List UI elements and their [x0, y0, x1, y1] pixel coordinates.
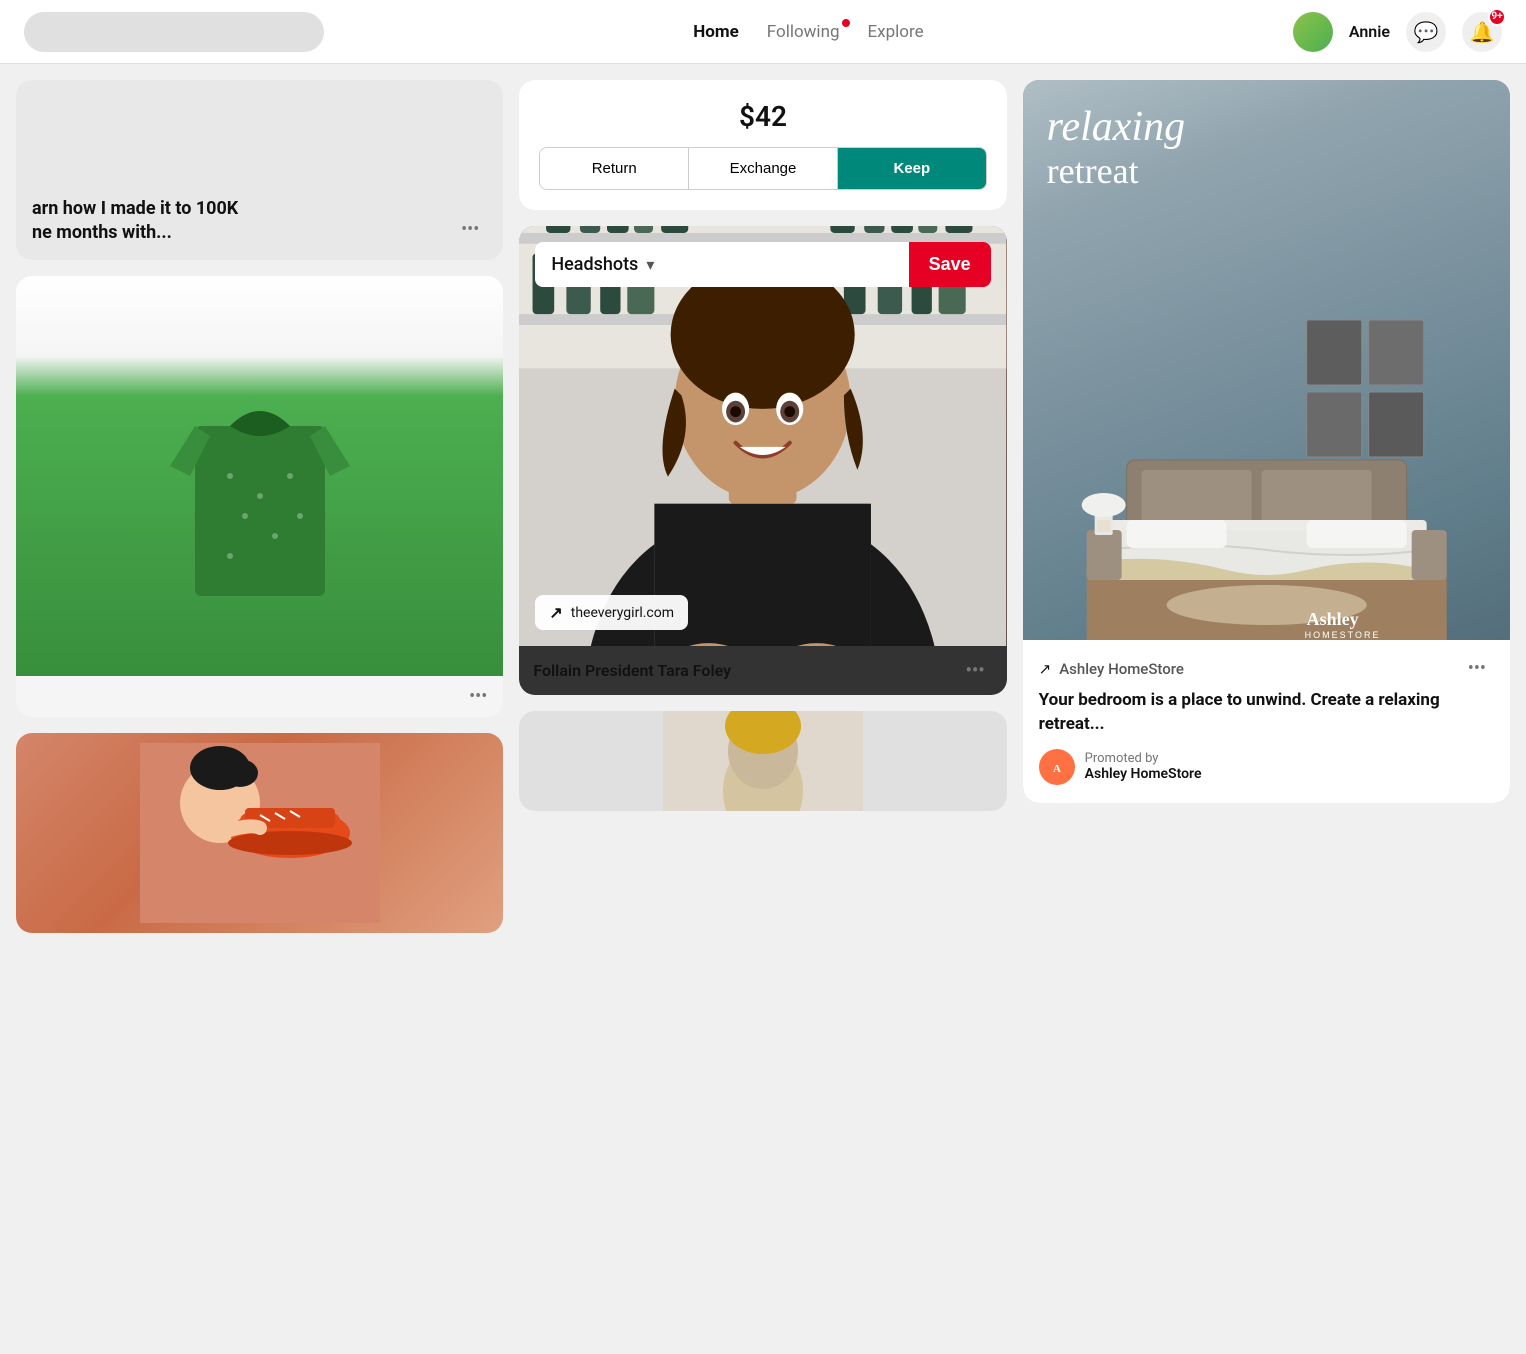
headshot-svg	[519, 226, 1006, 646]
retreat-image: relaxing retreat	[1023, 80, 1510, 640]
headshot-card-more[interactable]: •••	[958, 656, 993, 685]
partial-image-col2	[663, 711, 863, 811]
nav-right: Annie 💬 🔔 9+	[1293, 12, 1502, 52]
shirt-svg	[170, 346, 350, 606]
bottom-partial-col2[interactable]	[519, 711, 1006, 811]
nav-following[interactable]: Following	[767, 22, 840, 42]
headshot-image: ↗ theeverygirl.com	[519, 226, 1006, 646]
svg-text:A: A	[1053, 763, 1061, 775]
nav-explore[interactable]: Explore	[868, 22, 924, 42]
save-button[interactable]: Save	[909, 242, 991, 287]
retreat-text: relaxing retreat	[1047, 104, 1185, 192]
username-label: Annie	[1349, 22, 1390, 41]
shoe-image	[16, 733, 503, 933]
column-3: relaxing retreat	[1023, 80, 1510, 803]
navbar: Home Following Explore Annie 💬 🔔 9+	[0, 0, 1526, 64]
learn-text: arn how I made it to 100K ne months with…	[32, 197, 453, 244]
exchange-button[interactable]: Exchange	[689, 148, 838, 189]
keep-button[interactable]: Keep	[838, 148, 986, 189]
search-bar[interactable]	[24, 12, 324, 52]
promoted-brand-icon: A	[1039, 749, 1075, 785]
source-tag: ↗ theeverygirl.com	[535, 595, 688, 630]
shoe-card[interactable]	[16, 733, 503, 933]
price-card: $42 Return Exchange Keep	[519, 80, 1006, 210]
bedroom-svg: Ashley HOMESTORE	[1023, 320, 1510, 640]
chat-icon: 💬	[1414, 20, 1439, 44]
promoted-row: A Promoted by Ashley HomeStore	[1039, 749, 1494, 795]
shirt-card-footer: •••	[16, 676, 503, 717]
shirt-card[interactable]: •••	[16, 276, 503, 717]
column-1: arn how I made it to 100K ne months with…	[16, 80, 503, 933]
retreat-description: Your bedroom is a place to unwind. Creat…	[1039, 689, 1494, 737]
learn-card-more[interactable]: •••	[453, 215, 487, 244]
main-content: arn how I made it to 100K ne months with…	[0, 64, 1526, 949]
svg-text:Ashley: Ashley	[1306, 609, 1358, 629]
ashley-brand-row: ↗ Ashley HomeStore •••	[1039, 654, 1494, 683]
ashley-icon-svg: A	[1046, 756, 1068, 778]
headshot-action-bar: Headshots ▾ Save	[535, 242, 990, 287]
learn-card[interactable]: arn how I made it to 100K ne months with…	[16, 80, 503, 260]
headshot-board-selector[interactable]: Headshots ▾	[535, 242, 908, 287]
shirt-card-more[interactable]: •••	[461, 682, 495, 711]
following-dot	[842, 19, 850, 27]
nav-links: Home Following Explore	[356, 22, 1261, 42]
external-link-icon: ↗	[1039, 660, 1052, 678]
nav-home[interactable]: Home	[693, 22, 739, 42]
avatar[interactable]	[1293, 12, 1333, 52]
return-button[interactable]: Return	[540, 148, 689, 189]
ashley-card-info: ↗ Ashley HomeStore ••• Your bedroom is a…	[1023, 640, 1510, 803]
svg-text:HOMESTORE: HOMESTORE	[1304, 630, 1380, 640]
avatar-image	[1293, 12, 1333, 52]
messages-button[interactable]: 💬	[1406, 12, 1446, 52]
promoted-text: Promoted by Ashley HomeStore	[1085, 751, 1202, 782]
chevron-down-icon: ▾	[646, 255, 654, 274]
masonry-grid: arn how I made it to 100K ne months with…	[16, 80, 1510, 933]
headshot-caption: Follain President Tara Foley •••	[519, 646, 1006, 695]
headshot-card[interactable]: Headshots ▾ Save	[519, 226, 1006, 695]
notification-badge: 9+	[1488, 8, 1506, 26]
retreat-card[interactable]: relaxing retreat	[1023, 80, 1510, 803]
retreat-card-more[interactable]: •••	[1460, 654, 1494, 683]
ashley-brand-link[interactable]: ↗ Ashley HomeStore	[1039, 660, 1184, 678]
price-action-buttons: Return Exchange Keep	[539, 147, 986, 190]
external-link-icon: ↗	[549, 603, 562, 622]
column-2: $42 Return Exchange Keep Headshots ▾ Sav…	[519, 80, 1006, 811]
notifications-button[interactable]: 🔔 9+	[1462, 12, 1502, 52]
shoe-svg	[140, 743, 380, 923]
price-display: $42	[739, 100, 787, 133]
shirt-image	[16, 276, 503, 676]
